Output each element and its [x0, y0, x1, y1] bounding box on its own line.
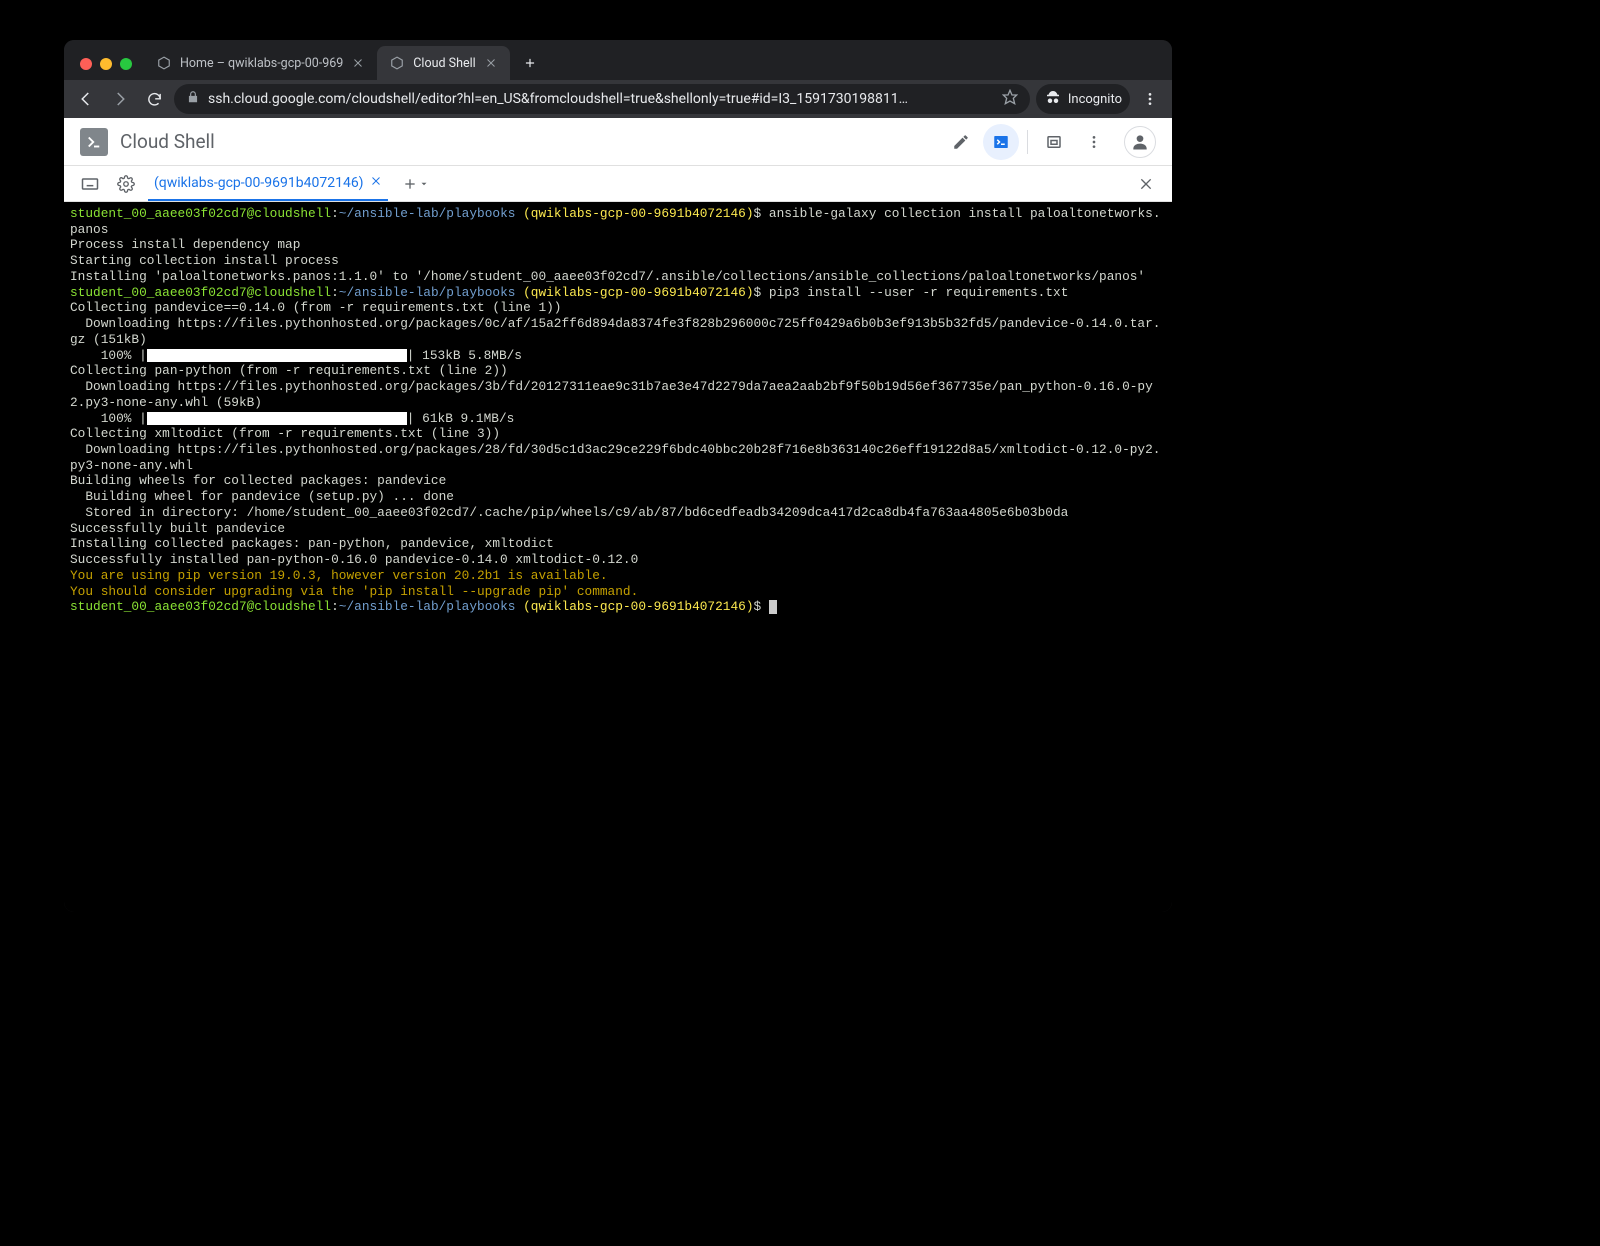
reload-button[interactable] — [140, 85, 168, 113]
window-zoom-button[interactable] — [120, 58, 132, 70]
hexagon-icon — [156, 55, 172, 71]
titlebar: Home – qwiklabs-gcp-00-969 Cloud Shell — [64, 40, 1172, 80]
cloudshell-logo-icon — [80, 128, 108, 156]
address-bar[interactable]: ssh.cloud.google.com/cloudshell/editor?h… — [174, 84, 1030, 114]
back-button[interactable] — [72, 85, 100, 113]
incognito-label: Incognito — [1068, 92, 1122, 107]
forward-button[interactable] — [106, 85, 134, 113]
edit-button[interactable] — [943, 124, 979, 160]
browser-tabs: Home – qwiklabs-gcp-00-969 Cloud Shell — [144, 40, 544, 80]
account-avatar[interactable] — [1124, 126, 1156, 158]
browser-menu-button[interactable] — [1136, 85, 1164, 113]
divider — [1027, 130, 1028, 154]
star-icon[interactable] — [1002, 89, 1018, 109]
cloudshell-title: Cloud Shell — [120, 130, 931, 153]
window-controls — [74, 58, 140, 80]
progress-bar — [147, 349, 407, 362]
progress-bar — [147, 412, 407, 425]
settings-icon[interactable] — [112, 170, 140, 198]
terminal-tab[interactable]: (qwiklabs-gcp-00-9691b4072146) — [148, 166, 388, 201]
new-tab-button[interactable] — [516, 49, 544, 77]
cloudshell-actions — [943, 124, 1156, 160]
browser-tab-cloudshell[interactable]: Cloud Shell — [377, 46, 509, 80]
browser-window: Home – qwiklabs-gcp-00-969 Cloud Shell — [64, 40, 1172, 912]
url-text: ssh.cloud.google.com/cloudshell/editor?h… — [208, 91, 994, 107]
open-window-button[interactable] — [1036, 124, 1072, 160]
hexagon-icon — [389, 55, 405, 71]
close-icon[interactable] — [484, 56, 498, 70]
browser-tab-qwiklabs[interactable]: Home – qwiklabs-gcp-00-969 — [144, 46, 377, 80]
terminal-tab-label: (qwiklabs-gcp-00-9691b4072146) — [154, 175, 364, 191]
cursor — [769, 600, 777, 614]
add-terminal-button[interactable] — [396, 176, 435, 192]
keyboard-icon[interactable] — [76, 170, 104, 198]
tab-label: Home – qwiklabs-gcp-00-969 — [180, 56, 343, 71]
incognito-icon — [1044, 88, 1062, 110]
close-icon[interactable] — [351, 56, 365, 70]
close-panel-button[interactable] — [1132, 170, 1160, 198]
window-minimize-button[interactable] — [100, 58, 112, 70]
terminal-output[interactable]: student_00_aaee03f02cd7@cloudshell:~/ans… — [64, 202, 1172, 912]
window-close-button[interactable] — [80, 58, 92, 70]
lock-icon — [186, 90, 200, 108]
address-bar-row: ssh.cloud.google.com/cloudshell/editor?h… — [64, 80, 1172, 118]
cloudshell-header: Cloud Shell — [64, 118, 1172, 166]
incognito-badge[interactable]: Incognito — [1036, 84, 1130, 114]
terminal-button[interactable] — [983, 124, 1019, 160]
terminal-tabbar: (qwiklabs-gcp-00-9691b4072146) — [64, 166, 1172, 202]
tab-label: Cloud Shell — [413, 56, 475, 71]
close-icon[interactable] — [370, 175, 382, 191]
more-menu-button[interactable] — [1076, 124, 1112, 160]
